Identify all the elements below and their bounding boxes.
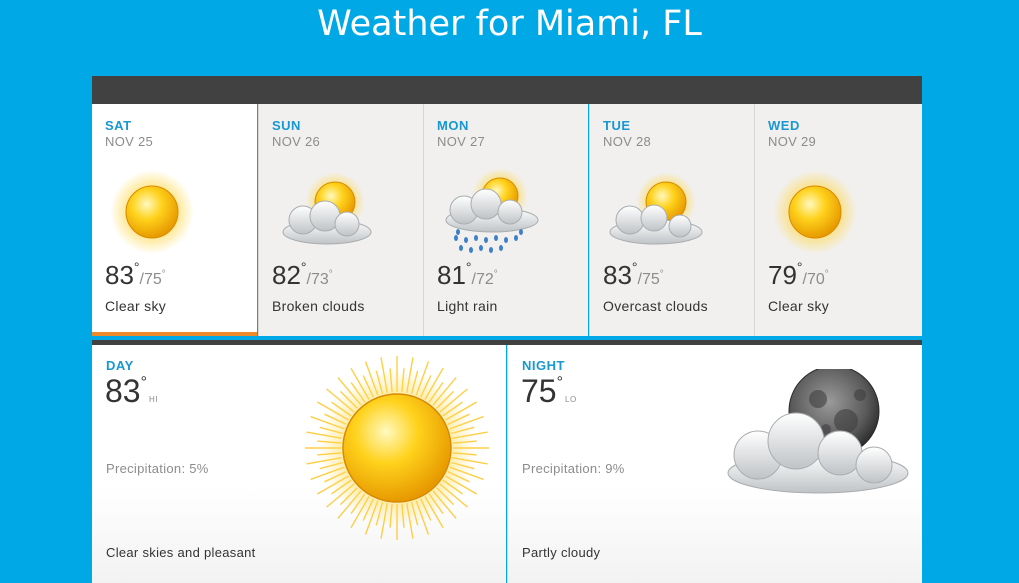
day-of-week: SUN <box>272 118 301 133</box>
sun-behind-cloud-icon <box>609 172 703 245</box>
low-temp: 75 <box>143 271 162 288</box>
day-of-week: WED <box>768 118 800 133</box>
day-detail-card: DAY 83°HI Precipitation: 5% Clear skies … <box>92 345 506 583</box>
night-temperature: 75°LO <box>521 373 577 409</box>
sun-behind-cloud-icon <box>282 172 372 245</box>
day-date: NOV 27 <box>437 134 486 149</box>
day-card-wed[interactable]: WED NOV 29 79°/70° Clear sky <box>754 104 922 336</box>
night-detail-card: NIGHT 75°LO Precipitation: 9% Partly clo… <box>507 345 922 583</box>
day-card-mon[interactable]: MON NOV 27 81°/72° Light rain <box>423 104 588 336</box>
lo-tag: LO <box>565 395 577 404</box>
day-date: NOV 29 <box>768 134 817 149</box>
low-temp: 72 <box>475 271 494 288</box>
day-precipitation: Precipitation: 5% <box>106 461 209 476</box>
low-temp: 75 <box>641 271 660 288</box>
day-date: NOV 28 <box>603 134 652 149</box>
hi-tag: HI <box>149 395 158 404</box>
day-of-week: SAT <box>105 118 132 133</box>
condition-text: Clear sky <box>105 298 167 314</box>
sun-cloud-rain-icon <box>445 168 539 253</box>
condition-text: Overcast clouds <box>603 298 708 314</box>
day-label: DAY <box>106 358 134 373</box>
high-temp: 82 <box>272 260 301 290</box>
moon-behind-cloud-icon <box>727 369 909 494</box>
day-of-week: MON <box>437 118 469 133</box>
low-temp: 70 <box>806 271 825 288</box>
day-card-tue[interactable]: TUE NOV 28 83°/75° Overcast clouds <box>589 104 754 336</box>
high-temp: 83 <box>603 260 632 290</box>
temperature-range: 83°/75° <box>105 259 166 290</box>
temperature-range: 83°/75° <box>603 259 664 290</box>
forecast-panel: SAT NOV 25 83°/75° Clear sky SUN NOV 26 <box>92 76 922 583</box>
temperature-range: 79°/70° <box>768 259 829 290</box>
day-of-week: TUE <box>603 118 631 133</box>
sun-icon <box>773 170 857 254</box>
high-temp: 79 <box>768 260 797 290</box>
night-summary: Partly cloudy <box>522 545 601 560</box>
day-date: NOV 26 <box>272 134 321 149</box>
condition-text: Clear sky <box>768 298 830 314</box>
low-temp: 73 <box>310 271 329 288</box>
night-label: NIGHT <box>522 358 565 373</box>
condition-text: Light rain <box>437 298 498 314</box>
day-temperature: 83°HI <box>105 373 158 409</box>
day-high-temp: 83 <box>105 373 141 409</box>
sun-icon <box>305 356 489 540</box>
high-temp: 83 <box>105 260 134 290</box>
temperature-range: 81°/72° <box>437 259 498 290</box>
night-low-temp: 75 <box>521 373 557 409</box>
forecast-days: SAT NOV 25 83°/75° Clear sky SUN NOV 26 <box>92 104 922 336</box>
day-card-sat[interactable]: SAT NOV 25 83°/75° Clear sky <box>92 104 257 336</box>
day-card-sun[interactable]: SUN NOV 26 82°/73° Broken clouds <box>258 104 423 336</box>
temperature-range: 82°/73° <box>272 259 333 290</box>
day-summary: Clear skies and pleasant <box>106 545 256 560</box>
page-title: Weather for Miami, FL <box>317 4 702 44</box>
sun-icon <box>110 170 194 254</box>
condition-text: Broken clouds <box>272 298 365 314</box>
night-precipitation: Precipitation: 9% <box>522 461 625 476</box>
high-temp: 81 <box>437 260 466 290</box>
day-date: NOV 25 <box>105 134 154 149</box>
forecast-header-bar <box>92 76 922 104</box>
